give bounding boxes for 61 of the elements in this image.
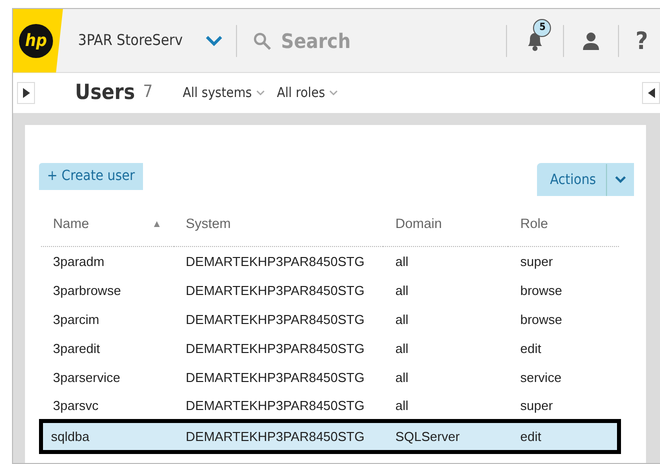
chevron-down-icon xyxy=(256,90,265,96)
search-field[interactable]: Search xyxy=(279,24,449,56)
table-cell: DEMARTEKHP3PAR8450STG xyxy=(174,392,384,421)
table-cell-text: all xyxy=(394,282,410,300)
table-cell-text: browse xyxy=(519,282,564,300)
help-button[interactable]: ? xyxy=(635,22,648,58)
table-row[interactable]: 3paradm DEMARTEKHP3PAR8450STG all super xyxy=(41,246,619,276)
chevron-down-icon xyxy=(329,90,338,96)
table-row[interactable]: 3parbrowse DEMARTEKHP3PAR8450STG all browse xyxy=(41,276,619,305)
table-row[interactable]: 3parsvc DEMARTEKHP3PAR8450STG all super xyxy=(41,392,619,421)
table-cell: sqldba xyxy=(41,420,174,452)
table-cell-text: DEMARTEKHP3PAR8450STG xyxy=(184,368,366,386)
table-cell-text: service xyxy=(519,368,562,386)
column-header[interactable]: Name ▲ xyxy=(41,214,174,247)
table-cell-text: DEMARTEKHP3PAR8450STG xyxy=(184,310,366,328)
table-cell: 3parsvc xyxy=(41,392,174,421)
triangle-left-icon xyxy=(648,88,654,98)
table-row[interactable]: 3parcim DEMARTEKHP3PAR8450STG all browse xyxy=(41,304,619,334)
table-cell: DEMARTEKHP3PAR8450STG xyxy=(174,420,384,452)
actions-button[interactable]: Actions xyxy=(537,164,607,196)
table-cell-text: 3parbrowse xyxy=(52,282,122,300)
table-cell: all xyxy=(383,392,508,421)
triangle-right-icon xyxy=(22,88,30,98)
search-icon xyxy=(253,32,271,50)
column-header[interactable]: Domain xyxy=(383,214,508,247)
chevron-down-icon[interactable] xyxy=(206,36,222,46)
table-cell-text: 3paredit xyxy=(52,340,101,358)
chevron-down-icon xyxy=(615,176,626,183)
sort-indicator: ▲ xyxy=(152,218,162,232)
notification-count: 5 xyxy=(533,18,552,36)
expand-left-button[interactable] xyxy=(17,82,35,104)
user-icon[interactable] xyxy=(582,30,600,50)
table-row[interactable]: 3parservice DEMARTEKHP3PAR8450STG all service xyxy=(41,362,619,392)
table-cell: SQLServer xyxy=(383,420,508,452)
user-count: 7 xyxy=(142,81,153,104)
table-cell-text: DEMARTEKHP3PAR8450STG xyxy=(184,340,366,358)
table-cell-text: all xyxy=(394,310,410,328)
table-cell-text: 3parservice xyxy=(52,368,122,387)
table-cell-text: edit xyxy=(519,340,542,358)
logo[interactable]: hp xyxy=(19,24,53,58)
filter-dropdown[interactable]: All roles xyxy=(276,82,338,104)
page-title: Users xyxy=(75,79,135,106)
table-cell-text: 3parcim xyxy=(52,310,100,329)
expand-right-button[interactable] xyxy=(642,82,660,104)
table-cell: super xyxy=(508,392,619,421)
table-cell-text: all xyxy=(394,368,410,386)
table-cell-text: DEMARTEKHP3PAR8450STG xyxy=(184,282,366,300)
table-cell: DEMARTEKHP3PAR8450STG xyxy=(174,246,384,276)
column-header[interactable]: System xyxy=(174,214,384,247)
table-cell: 3paradm xyxy=(41,246,174,276)
table-cell-text: browse xyxy=(519,310,564,328)
create-user-button[interactable]: + Create user xyxy=(39,163,143,190)
table-cell: edit xyxy=(508,420,619,452)
product-name[interactable]: 3PAR StoreServ xyxy=(78,29,198,52)
filter-dropdown[interactable]: All systems xyxy=(182,82,265,104)
table-row[interactable]: 3paredit DEMARTEKHP3PAR8450STG all edit xyxy=(41,334,619,363)
table-row[interactable]: sqldba DEMARTEKHP3PAR8450STG SQLServer edit xyxy=(41,420,619,452)
column-header[interactable]: Role xyxy=(508,214,619,247)
table-cell: all xyxy=(383,246,508,276)
table-cell-text: all xyxy=(394,340,410,358)
table-cell: super xyxy=(508,246,619,276)
